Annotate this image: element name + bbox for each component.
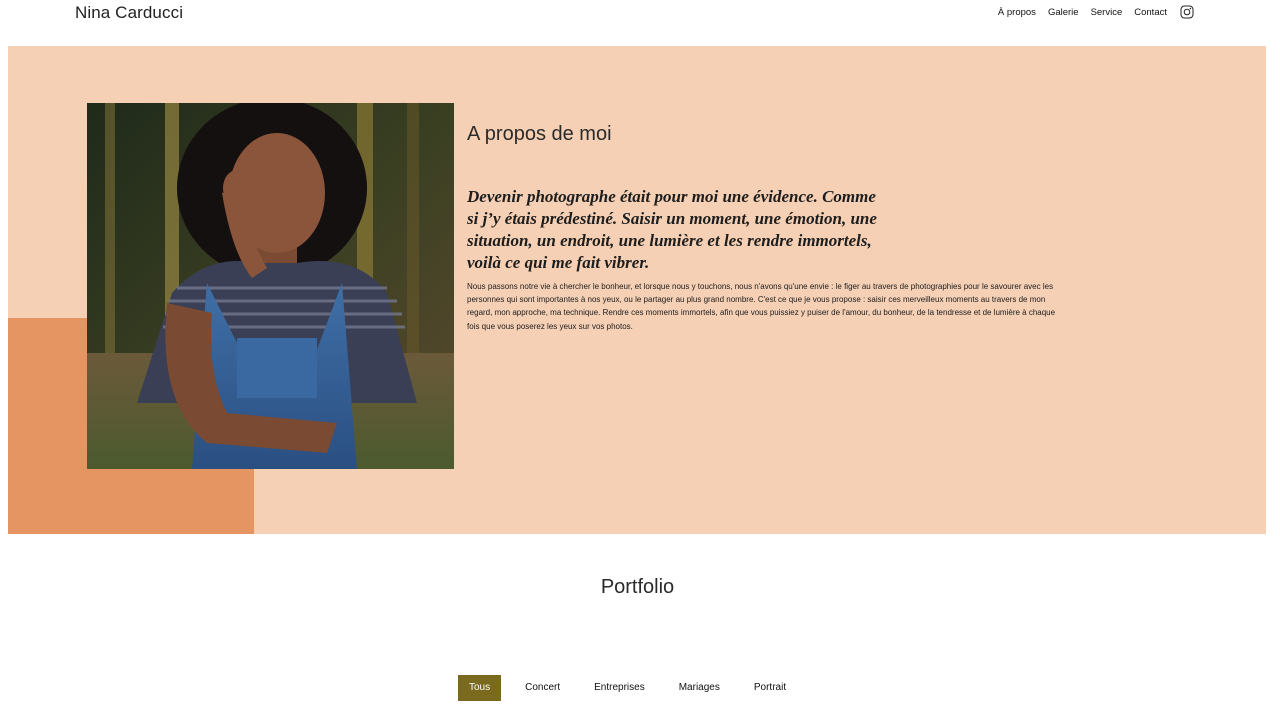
nav-link-a-propos[interactable]: À propos [998, 7, 1036, 18]
portfolio-filters: Tous Concert Entreprises Mariages Portra… [458, 675, 810, 701]
about-text: Nous passons notre vie à chercher le bon… [467, 282, 1056, 331]
nav-link-galerie[interactable]: Galerie [1048, 7, 1079, 18]
filter-concert[interactable]: Concert [515, 675, 570, 701]
nav-link-contact[interactable]: Contact [1134, 7, 1167, 18]
filter-entreprises[interactable]: Entreprises [584, 675, 655, 701]
portfolio-title: Portfolio [600, 576, 675, 598]
about-quote: Devenir photographe était pour moi une é… [467, 187, 877, 272]
filter-portrait[interactable]: Portrait [744, 675, 796, 701]
site-header: Nina Carducci À propos Galerie Service C… [0, 0, 1280, 46]
about-title: A propos de moi [467, 123, 612, 145]
instagram-icon[interactable] [1180, 5, 1194, 19]
filter-tous[interactable]: Tous [458, 675, 502, 701]
brand-name[interactable]: Nina Carducci [75, 3, 183, 23]
portrait-photo [87, 103, 454, 469]
nav-link-service[interactable]: Service [1091, 7, 1123, 18]
filter-mariages[interactable]: Mariages [669, 675, 730, 701]
main-nav: À propos Galerie Service Contact [998, 5, 1194, 19]
